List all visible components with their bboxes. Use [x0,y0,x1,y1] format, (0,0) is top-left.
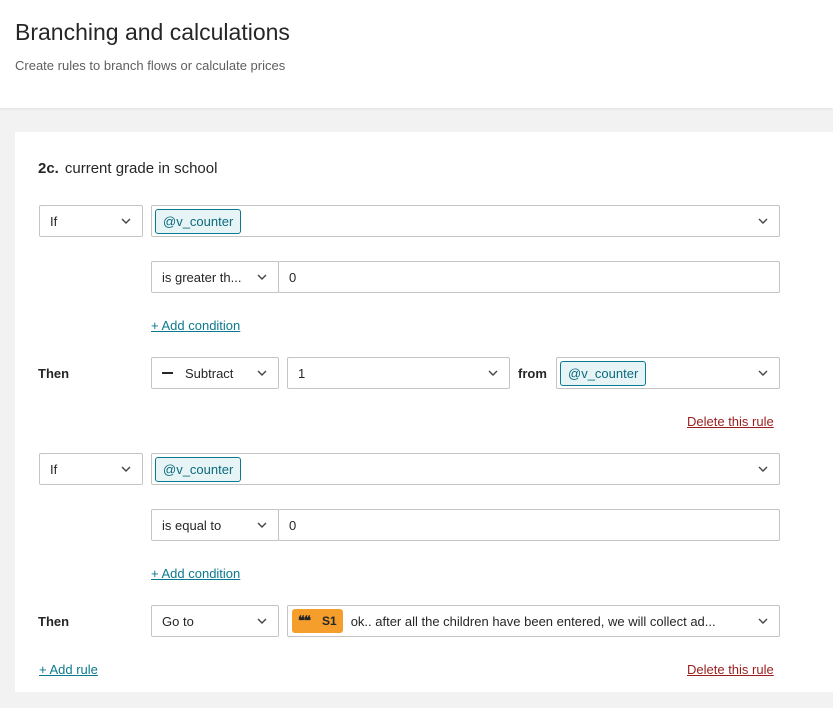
target-variable-select[interactable]: @v_counter [556,357,780,389]
if-select[interactable]: If [39,205,143,237]
chevron-down-icon [757,615,769,627]
chevron-down-icon [256,271,268,283]
chevron-down-icon [256,615,268,627]
page-title: Branching and calculations [15,19,290,45]
question-text: current grade in school [64,160,218,177]
destination-badge: ❝❝ S1 [292,609,343,633]
amount-value: 1 [298,365,306,381]
action-value: Subtract [185,365,234,381]
question-title: 2c. current grade in school [38,160,217,177]
condition-value: 0 [289,517,297,533]
if-select-value: If [50,213,58,229]
minus-icon [162,372,173,374]
variable-tag: @v_counter [155,208,242,234]
amount-select[interactable]: 1 [287,357,510,389]
action-value: Go to [162,613,194,629]
operator-value: is greater th... [162,269,242,285]
chevron-down-icon [120,463,132,475]
page-subtitle: Create rules to branch flows or calculat… [15,58,286,73]
page-header: Branching and calculations Create rules … [0,0,833,108]
question-number: 2c. [38,160,59,177]
add-condition-link[interactable]: + Add condition [151,566,240,581]
chevron-down-icon [757,215,769,227]
chevron-down-icon [757,367,769,379]
chevron-down-icon [120,215,132,227]
variable-tag: @v_counter [155,456,242,482]
operator-value: is equal to [162,517,222,533]
add-rule-link[interactable]: + Add rule [39,662,98,677]
if-select-value: If [50,461,58,477]
condition-value-input[interactable]: 0 [278,509,780,541]
destination-text: ok.. after all the children have been en… [350,613,716,629]
then-label: Then [38,366,70,381]
delete-rule-link[interactable]: Delete this rule [687,414,774,429]
variable-tag: @v_counter [560,360,647,386]
variable-select[interactable]: @v_counter [151,205,780,237]
chevron-down-icon [256,519,268,531]
chevron-down-icon [757,463,769,475]
from-label: from [518,366,547,381]
if-select[interactable]: If [39,453,143,485]
destination-select[interactable]: ❝❝ S1 ok.. after all the children have b… [287,605,780,637]
operator-select[interactable]: is greater th... [151,261,279,293]
action-select[interactable]: Subtract [151,357,279,389]
destination-badge-label: S1 [322,614,337,628]
action-select[interactable]: Go to [151,605,279,637]
add-condition-link[interactable]: + Add condition [151,318,240,333]
variable-select[interactable]: @v_counter [151,453,780,485]
operator-select[interactable]: is equal to [151,509,279,541]
condition-value: 0 [289,269,297,285]
chevron-down-icon [256,367,268,379]
chevron-down-icon [487,367,499,379]
delete-rule-link[interactable]: Delete this rule [687,662,774,677]
then-label: Then [38,614,70,629]
quote-icon: ❝❝ [298,613,311,628]
condition-value-input[interactable]: 0 [278,261,780,293]
